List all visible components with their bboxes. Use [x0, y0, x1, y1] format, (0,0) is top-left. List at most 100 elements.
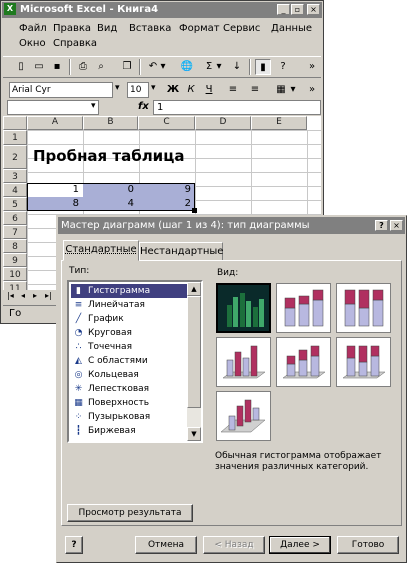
formula-input[interactable]: 1	[153, 100, 321, 115]
save-icon[interactable]: ▪	[49, 59, 65, 75]
align-center-icon[interactable]: ≡	[247, 82, 263, 98]
scroll-down-button[interactable]: ▼	[187, 427, 201, 441]
scroll-thumb[interactable]	[187, 296, 201, 408]
menu-file[interactable]: Файл	[19, 23, 47, 34]
maximize-button[interactable]: ▫	[291, 4, 304, 15]
scroll-up-button[interactable]: ▲	[187, 282, 201, 296]
font-size-box[interactable]: 10	[127, 82, 149, 98]
row-header-3[interactable]: 3	[3, 169, 27, 183]
fill-handle[interactable]	[192, 208, 197, 213]
subtype-3d-clustered-column[interactable]	[216, 337, 271, 387]
tab-custom[interactable]: Нестандартные	[139, 242, 223, 261]
chart-type-item[interactable]: ╱ График	[71, 312, 189, 326]
fx-icon[interactable]: fx	[138, 101, 149, 112]
chart-type-item[interactable]: ▮ Гистограмма	[71, 284, 189, 298]
font-size-dropdown-icon[interactable]: ▾	[151, 83, 159, 93]
subtype-3d-column[interactable]	[216, 391, 271, 441]
dialog-close-button[interactable]: ×	[390, 220, 403, 231]
dialog-titlebar[interactable]: Мастер диаграмм (шаг 1 из 4): тип диагра…	[58, 217, 405, 234]
chart-type-item[interactable]: ∴ Точечная	[71, 340, 189, 354]
excel-app-icon[interactable]: X	[4, 3, 16, 15]
dialog-help-button[interactable]: ?	[375, 220, 388, 231]
menu-tools[interactable]: Сервис	[223, 23, 260, 34]
next-button[interactable]: Далее >	[269, 536, 331, 554]
wizard-help-button[interactable]: ?	[65, 536, 83, 554]
font-name-dropdown-icon[interactable]: ▾	[115, 83, 123, 93]
copy-icon[interactable]: ❐	[119, 59, 135, 75]
column-header-b[interactable]: B	[83, 116, 138, 130]
chart-type-item[interactable]: ≡ Линейчатая	[71, 298, 189, 312]
chart-type-item[interactable]: ◭ С областями	[71, 354, 189, 368]
chart-type-item[interactable]: ◔ Круговая	[71, 326, 189, 340]
next-sheet-icon[interactable]: ▸	[33, 291, 37, 300]
name-box-dropdown-icon[interactable]: ▾	[91, 101, 96, 111]
preview-result-button[interactable]: Просмотр результата	[67, 504, 193, 522]
new-icon[interactable]: ▯	[13, 59, 29, 75]
column-header-a[interactable]: A	[27, 116, 83, 130]
open-icon[interactable]: ▭	[31, 59, 47, 75]
sort-ascending-icon[interactable]: ↓	[229, 59, 245, 75]
finish-button[interactable]: Готово	[337, 536, 399, 554]
menu-view[interactable]: Вид	[97, 23, 117, 34]
menu-help[interactable]: Справка	[53, 38, 97, 49]
chart-wizard-icon[interactable]: ▮	[255, 59, 271, 75]
back-button[interactable]: < Назад	[203, 536, 265, 554]
prev-sheet-icon[interactable]: ◂	[21, 291, 25, 300]
select-all-corner[interactable]	[3, 116, 27, 130]
subtype-clustered-column[interactable]	[216, 283, 271, 333]
align-left-icon[interactable]: ≡	[225, 82, 241, 98]
autosum-dropdown-icon[interactable]: ▾	[215, 59, 223, 75]
borders-dropdown-icon[interactable]: ▾	[289, 82, 297, 98]
bold-icon[interactable]: Ж	[165, 82, 181, 98]
menu-window[interactable]: Окно	[19, 38, 46, 49]
font-name-box[interactable]: Arial Cyr	[9, 82, 113, 98]
hyperlink-icon[interactable]: 🌐	[179, 59, 195, 75]
subtype-100-stacked-column[interactable]	[336, 283, 391, 333]
chart-type-item[interactable]: ▦ Поверхность	[71, 396, 189, 410]
last-sheet-icon[interactable]: ▸|	[45, 291, 52, 300]
cancel-button[interactable]: Отмена	[135, 536, 197, 554]
menu-edit[interactable]: Правка	[53, 23, 91, 34]
tab-standard[interactable]: Стандартные	[63, 240, 139, 261]
print-icon[interactable]: ⎙	[75, 59, 91, 75]
chart-type-item[interactable]: ✳ Лепестковая	[71, 382, 189, 396]
row-header-1[interactable]: 1	[3, 130, 27, 145]
toolbar-more-icon[interactable]: »	[307, 82, 317, 98]
menu-data[interactable]: Данные	[271, 23, 312, 34]
chart-type-item[interactable]: ⁘ Пузырьковая	[71, 410, 189, 424]
subtype-3d-stacked-column[interactable]	[276, 337, 331, 387]
name-box[interactable]	[7, 100, 99, 115]
row-header-8[interactable]: 8	[3, 239, 27, 253]
row-header-10[interactable]: 10	[3, 267, 27, 281]
column-header-e[interactable]: E	[251, 116, 307, 130]
help-icon[interactable]: ?	[275, 59, 291, 75]
undo-dropdown-icon[interactable]: ▾	[159, 59, 167, 75]
menu-format[interactable]: Формат	[179, 23, 220, 34]
chart-type-scrollbar[interactable]: ▲ ▼	[187, 282, 201, 441]
subtype-3d-100-stacked-column[interactable]	[336, 337, 391, 387]
row-header-7[interactable]: 7	[3, 225, 27, 239]
menu-insert[interactable]: Вставка	[129, 23, 171, 34]
first-sheet-icon[interactable]: |◂	[7, 291, 14, 300]
row-header-5[interactable]: 5	[3, 197, 27, 211]
minimize-button[interactable]: _	[277, 4, 290, 15]
italic-icon[interactable]: К	[183, 82, 199, 98]
close-button[interactable]: ×	[307, 4, 320, 15]
cell-a2-title[interactable]: Пробная таблица	[33, 147, 184, 165]
subtype-stacked-column[interactable]	[276, 283, 331, 333]
chart-type-list[interactable]: ▮ Гистограмма ≡ Линейчатая ╱ График ◔ Круговая ∴…	[67, 280, 203, 443]
underline-icon[interactable]: Ч	[201, 82, 217, 98]
column-header-c[interactable]: C	[138, 116, 195, 130]
row-header-9[interactable]: 9	[3, 253, 27, 267]
toolbar-more-icon[interactable]: »	[307, 59, 317, 75]
row-header-6[interactable]: 6	[3, 211, 27, 225]
column-header-d[interactable]: D	[195, 116, 251, 130]
row-header-4[interactable]: 4	[3, 183, 27, 197]
row-header-11[interactable]: 11	[3, 281, 27, 290]
chart-type-item[interactable]: ◎ Кольцевая	[71, 368, 189, 382]
row-header-2[interactable]: 2	[3, 145, 27, 169]
borders-icon[interactable]: ▦	[273, 82, 289, 98]
chart-type-item[interactable]: ┇ Биржевая	[71, 424, 189, 438]
print-preview-icon[interactable]: ⌕	[93, 59, 109, 75]
excel-titlebar[interactable]: Microsoft Excel - Книга4	[2, 2, 322, 18]
